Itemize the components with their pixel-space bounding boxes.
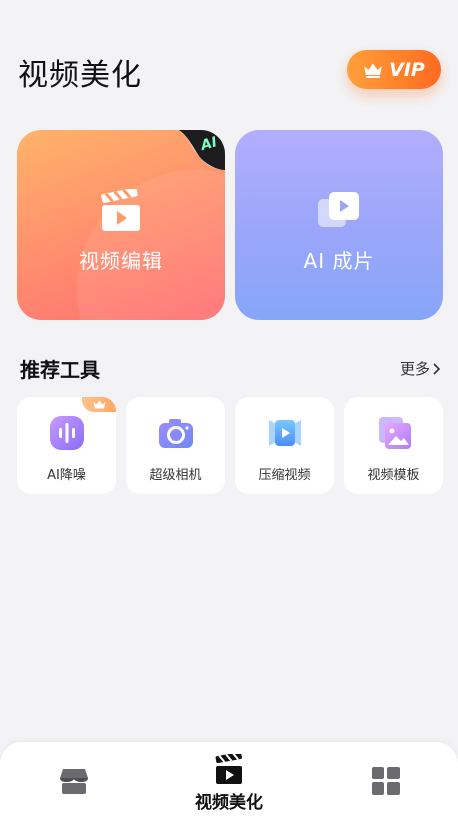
more-link[interactable]: 更多 xyxy=(400,358,441,379)
ai-badge-corner: AI xyxy=(179,130,225,170)
grid-icon xyxy=(372,767,400,795)
tool-label: 压缩视频 xyxy=(258,468,311,483)
crown-icon xyxy=(364,63,383,78)
chevron-right-icon xyxy=(433,362,441,375)
clapperboard-icon xyxy=(215,754,242,784)
video-edit-card[interactable]: AI 视频编辑 xyxy=(17,130,225,320)
header: 视频美化 VIP xyxy=(0,0,458,120)
camera-icon xyxy=(158,419,193,448)
tool-compress-video[interactable]: 压缩视频 xyxy=(235,397,334,494)
vip-tag xyxy=(82,397,116,412)
compress-video-icon xyxy=(268,420,301,446)
tool-super-camera[interactable]: 超级相机 xyxy=(126,397,225,494)
tool-label: 超级相机 xyxy=(149,468,202,483)
tab-more[interactable] xyxy=(364,742,408,820)
tab-store[interactable] xyxy=(52,742,96,820)
crown-icon xyxy=(93,400,105,409)
page-title: 视频美化 xyxy=(18,58,142,93)
clapperboard-icon xyxy=(101,188,140,231)
tool-list: AI降噪 超级相机 压缩视频 视频模板 xyxy=(17,397,443,494)
tool-video-template[interactable]: 视频模板 xyxy=(344,397,443,494)
stacked-video-icon xyxy=(318,191,359,227)
bottom-tabbar: 视频美化 xyxy=(0,742,458,820)
store-icon xyxy=(60,769,88,794)
vip-label: VIP xyxy=(389,58,425,81)
section-title: 推荐工具 xyxy=(20,358,100,382)
tool-label: 视频模板 xyxy=(367,468,420,483)
tab-label: 视频美化 xyxy=(195,793,263,813)
image-template-icon xyxy=(378,417,411,449)
tab-video-beauty[interactable]: 视频美化 xyxy=(184,742,274,820)
more-label: 更多 xyxy=(400,360,431,378)
audio-wave-icon xyxy=(49,416,84,450)
tool-ai-denoise[interactable]: AI降噪 xyxy=(17,397,116,494)
ai-film-card[interactable]: AI 成片 xyxy=(235,130,443,320)
ai-film-label: AI 成片 xyxy=(303,248,375,273)
vip-button[interactable]: VIP xyxy=(347,50,441,89)
video-edit-label: 视频编辑 xyxy=(79,248,163,273)
tool-label: AI降噪 xyxy=(47,468,86,483)
